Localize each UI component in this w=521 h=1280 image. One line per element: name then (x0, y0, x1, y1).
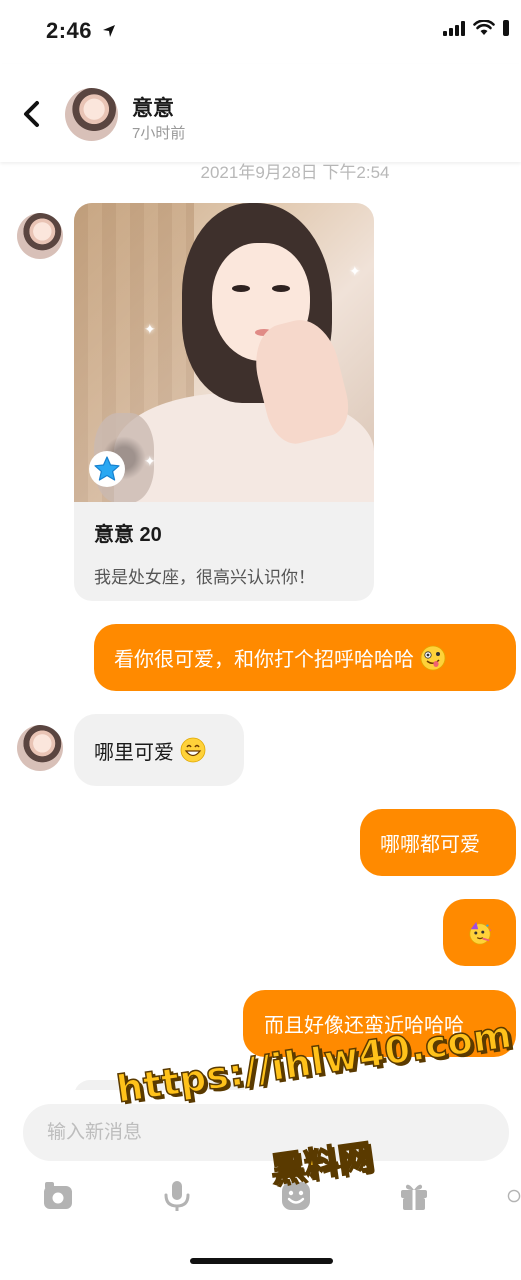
gift-button[interactable] (394, 1176, 434, 1216)
last-seen-status: 7小时前 (132, 125, 186, 142)
location-arrow-icon (103, 25, 115, 37)
message-text: 哪哪都可爱 (380, 834, 480, 856)
wifi-icon (473, 20, 495, 35)
zany-face-emoji (420, 645, 446, 671)
back-button[interactable] (14, 94, 48, 134)
sticker-button[interactable] (276, 1176, 316, 1216)
contact-name[interactable]: 意意 (132, 92, 174, 122)
grinning-face-emoji (180, 737, 206, 763)
message-input[interactable] (23, 1104, 509, 1161)
message-text: 哪里可爱 (94, 741, 174, 764)
sticker-icon (282, 1182, 310, 1210)
message-text: 看你很可爱，和你打个招呼哈哈哈 (114, 649, 414, 671)
contact-avatar[interactable] (65, 88, 118, 141)
outgoing-message[interactable]: 看你很可爱，和你打个招呼哈哈哈 (94, 624, 516, 691)
avatar[interactable] (17, 725, 63, 771)
blue-star-icon (89, 451, 125, 487)
outgoing-message[interactable]: 而且好像还蛮近哈哈哈 (243, 990, 516, 1057)
incoming-message[interactable]: 哪里可爱 (74, 714, 244, 786)
profile-card[interactable]: ✦ ✦ ✦ 意意 20 我是处女座，很高兴认识你！ (74, 203, 374, 601)
chevron-left-icon (24, 101, 39, 127)
chat-header: 意意 7小时前 (0, 64, 521, 162)
more-button[interactable] (507, 1176, 521, 1216)
battery-icon (503, 20, 509, 36)
home-indicator[interactable] (190, 1258, 333, 1264)
more-icon (507, 1189, 521, 1203)
outgoing-message[interactable]: 哪哪都可爱 (360, 809, 516, 876)
card-name-age: 意意 20 (94, 524, 162, 546)
signal-icon (443, 20, 465, 36)
status-icons (443, 20, 509, 36)
profile-photo[interactable]: ✦ ✦ ✦ (74, 203, 374, 502)
image-button[interactable] (38, 1176, 78, 1216)
voice-button[interactable] (157, 1176, 197, 1216)
status-time: 2:46 (46, 18, 93, 43)
status-bar: 2:46 (0, 0, 521, 64)
gift-icon (401, 1184, 427, 1210)
microphone-icon (164, 1181, 190, 1211)
avatar[interactable] (17, 213, 63, 259)
partying-face-emoji (467, 920, 493, 946)
card-bio: 我是处女座，很高兴认识你！ (94, 568, 315, 587)
image-icon (44, 1182, 72, 1209)
message-text: 而且好像还蛮近哈哈哈 (264, 1015, 464, 1037)
outgoing-message[interactable] (443, 899, 516, 966)
